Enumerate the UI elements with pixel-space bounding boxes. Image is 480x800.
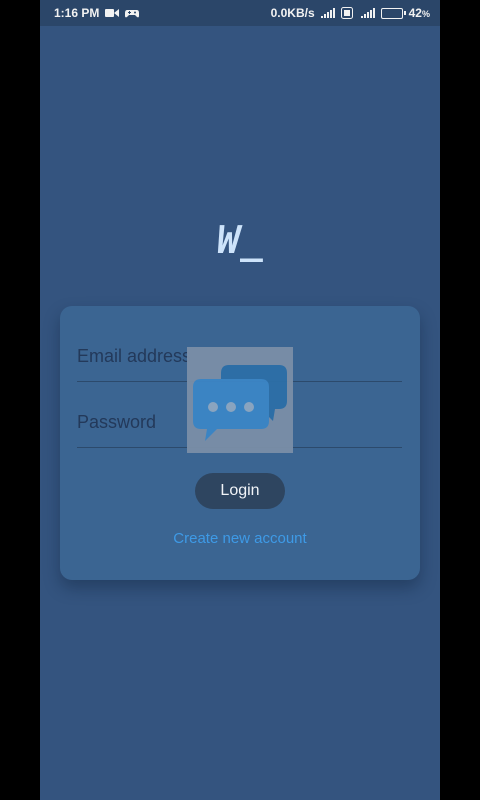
4g-signal-icon <box>359 8 375 18</box>
volte-icon <box>340 7 353 19</box>
game-controller-icon <box>125 8 140 18</box>
battery-percent: 42% <box>408 6 430 20</box>
video-camera-icon <box>105 8 120 18</box>
app-logo: W_ <box>217 218 263 262</box>
app-screen: 1:16 PM 0.0KB/s 42% W_ Email address Log… <box>40 0 440 800</box>
signal-icon <box>320 8 335 18</box>
status-time: 1:16 PM <box>54 6 100 20</box>
status-left: 1:16 PM <box>54 6 140 20</box>
status-bar: 1:16 PM 0.0KB/s 42% <box>40 0 440 26</box>
login-button[interactable]: Login <box>195 473 285 509</box>
create-account-link[interactable]: Create new account <box>60 530 420 547</box>
network-speed: 0.0KB/s <box>270 6 315 20</box>
chat-bubbles-icon <box>187 347 293 453</box>
status-right: 0.0KB/s 42% <box>271 6 430 20</box>
battery-icon <box>380 7 406 19</box>
